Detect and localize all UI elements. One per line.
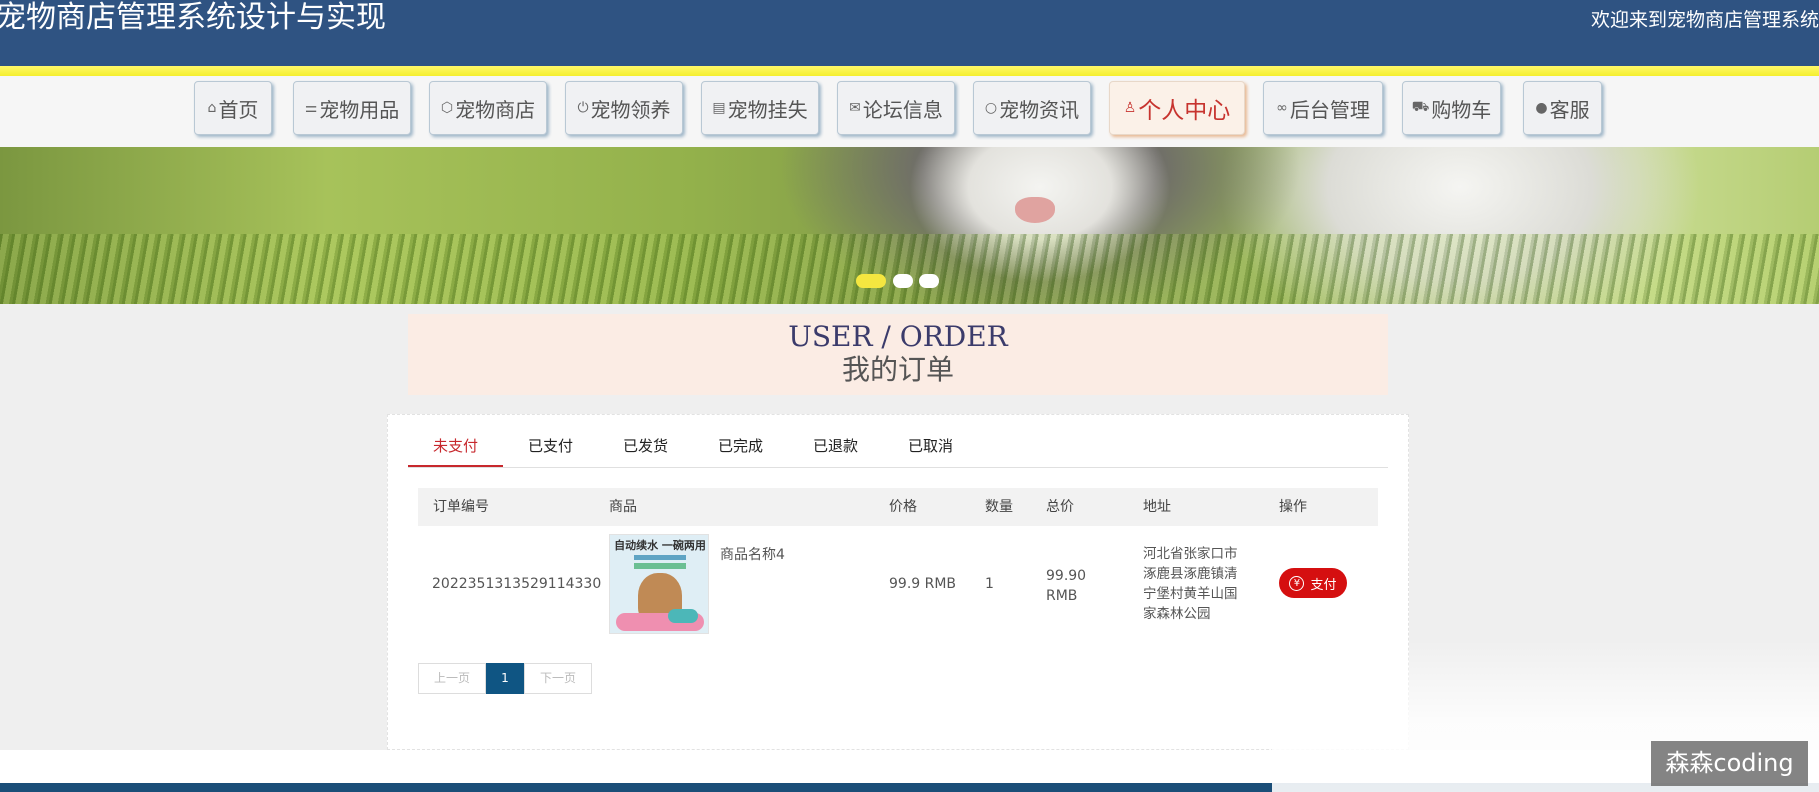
column-header: 价格 — [889, 499, 917, 515]
nav-label: 首页 — [218, 97, 259, 122]
user-icon: ♙ — [1123, 100, 1137, 116]
link-icon: ∞ — [1276, 100, 1288, 116]
section-title-cn: 我的订单 — [841, 353, 954, 386]
total-amount: 99.90 — [1046, 568, 1087, 584]
nav-label: 后台管理 — [1289, 97, 1370, 122]
chat-icon: ● — [1535, 100, 1548, 116]
nav-item-pet-adoption[interactable]: ⏻ 宠物领养 — [565, 81, 683, 135]
system-title: 宠物商店管理系统设计与实现 — [0, 0, 386, 35]
nav-item-admin[interactable]: ∞ 后台管理 — [1263, 81, 1383, 135]
power-icon: ⏻ — [577, 100, 589, 116]
product-image[interactable]: 自动续水 一碗两用 — [609, 534, 709, 634]
column-header: 订单编号 — [433, 499, 489, 515]
column-header: 地址 — [1143, 499, 1171, 515]
circle-icon: ○ — [984, 100, 998, 116]
nav-label: 宠物挂失 — [727, 97, 808, 122]
nav-label: 宠物商店 — [455, 97, 536, 122]
nav-item-home[interactable]: ⌂ 首页 — [194, 81, 272, 135]
tab-unpaid[interactable]: 未支付 — [408, 430, 503, 467]
nav-label: 宠物用品 — [319, 97, 400, 122]
top-header-bar: 宠物商店管理系统设计与实现 欢迎来到宠物商店管理系统 — [0, 0, 1819, 66]
section-title-en: USER / ORDER — [788, 320, 1008, 353]
column-header: 商品 — [609, 499, 637, 515]
address-line: 涿鹿县涿鹿镇清 — [1143, 566, 1238, 582]
carousel-dot-3[interactable] — [919, 274, 939, 288]
header-accent-line — [0, 66, 1819, 76]
order-status-tabs: 未支付 已支付 已发货 已完成 已退款 已取消 — [408, 430, 1388, 468]
total-currency: RMB — [1046, 588, 1078, 604]
unit-price: 99.9 RMB — [889, 576, 957, 592]
tab-completed[interactable]: 已完成 — [693, 430, 788, 467]
nav-label: 客服 — [1549, 97, 1590, 122]
pay-button[interactable]: ¥ 支付 — [1279, 568, 1347, 598]
order-table-header: 订单编号 商品 价格 数量 总价 地址 操作 — [418, 488, 1378, 526]
address-line: 宁堡村黄羊山国 — [1143, 586, 1238, 602]
nav-label: 个人中心 — [1138, 98, 1231, 124]
tab-cancelled[interactable]: 已取消 — [883, 430, 978, 467]
tab-paid[interactable]: 已支付 — [503, 430, 598, 467]
nav-item-customer-service[interactable]: ● 客服 — [1523, 81, 1602, 135]
mail-icon: ✉ — [849, 100, 861, 116]
table-row: 2022351313529114330 自动续水 一碗两用 商品名称4 99.9… — [418, 526, 1378, 636]
shipping-address: 河北省张家口市 涿鹿县涿鹿镇清 宁堡村黄羊山国 家森林公园 — [1143, 544, 1238, 624]
tab-refunded[interactable]: 已退款 — [788, 430, 883, 467]
main-nav: ⌂ 首页 ⚌ 宠物用品 ⬡ 宠物商店 ⏻ 宠物领养 ▤ 宠物挂失 ✉ 论坛信息 ○ 宠物资讯 … — [0, 76, 1819, 147]
column-header: 操作 — [1279, 499, 1307, 515]
prev-page-button[interactable]: 上一页 — [418, 663, 486, 694]
column-header: 总价 — [1046, 499, 1074, 515]
order-section-header: USER / ORDER 我的订单 — [408, 314, 1388, 395]
pagination: 上一页 1 下一页 — [418, 663, 592, 694]
nav-label: 宠物资讯 — [999, 97, 1080, 122]
quantity: 1 — [985, 576, 994, 592]
yen-icon: ¥ — [1289, 575, 1305, 591]
kitten-nose — [1015, 197, 1055, 223]
nav-item-pet-news[interactable]: ○ 宠物资讯 — [973, 81, 1091, 135]
product-name[interactable]: 商品名称4 — [720, 544, 785, 564]
nav-item-cart[interactable]: ⛟ 购物车 — [1402, 81, 1501, 135]
address-line: 河北省张家口市 — [1143, 546, 1238, 562]
clipboard-icon: ▤ — [712, 100, 726, 116]
sliders-icon: ⚌ — [304, 100, 318, 116]
nav-item-pet-supplies[interactable]: ⚌ 宠物用品 — [293, 81, 411, 135]
nav-item-pet-store[interactable]: ⬡ 宠物商店 — [429, 81, 547, 135]
home-icon: ⌂ — [207, 100, 217, 116]
column-header: 数量 — [985, 499, 1013, 515]
nav-label: 购物车 — [1431, 97, 1492, 122]
welcome-text: 欢迎来到宠物商店管理系统 — [1590, 9, 1819, 31]
order-number: 2022351313529114330 — [432, 576, 602, 592]
banner-carousel — [0, 147, 1819, 304]
next-page-button[interactable]: 下一页 — [524, 663, 592, 694]
nav-item-forum[interactable]: ✉ 论坛信息 — [837, 81, 955, 135]
nav-label: 宠物领养 — [590, 97, 671, 122]
tab-shipped[interactable]: 已发货 — [598, 430, 693, 467]
cart-icon: ⛟ — [1411, 99, 1430, 115]
nav-item-pet-lost[interactable]: ▤ 宠物挂失 — [701, 81, 819, 135]
watermark: 森森coding — [1651, 741, 1808, 786]
nav-label: 论坛信息 — [862, 97, 943, 122]
product-image-caption: 自动续水 一碗两用 — [614, 539, 706, 552]
banner-image — [0, 234, 1819, 304]
pay-label: 支付 — [1310, 577, 1337, 593]
nav-item-personal-center[interactable]: ♙ 个人中心 — [1109, 81, 1245, 135]
carousel-dot-2[interactable] — [893, 274, 913, 288]
address-line: 家森林公园 — [1143, 606, 1211, 622]
page-number-current[interactable]: 1 — [486, 663, 524, 694]
carousel-dot-1[interactable] — [856, 274, 886, 288]
cube-icon: ⬡ — [440, 100, 454, 116]
total-price: 99.90 RMB — [1046, 566, 1086, 606]
